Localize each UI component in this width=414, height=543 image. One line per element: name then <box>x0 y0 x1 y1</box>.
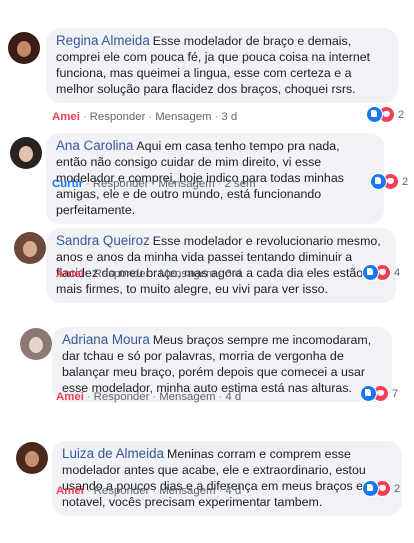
avatar[interactable] <box>8 32 40 64</box>
like-reaction-icon <box>362 264 379 281</box>
separator-dot: · <box>86 268 91 280</box>
react-button[interactable]: Amei <box>52 111 80 123</box>
separator-dot: · <box>218 485 223 497</box>
react-button[interactable]: Curtir <box>52 178 83 190</box>
reaction-count: 2 <box>398 108 405 121</box>
separator-dot: · <box>86 391 91 403</box>
react-button[interactable]: Amei <box>56 485 84 497</box>
react-button[interactable]: Amei <box>56 268 84 280</box>
comment-author-link[interactable]: Luiza de Almeida <box>62 446 164 461</box>
message-button[interactable]: Mensagem <box>159 268 215 280</box>
comment-bubble: Luiza de Almeida Meninas corram e comprem… <box>52 441 402 516</box>
comment-author-link[interactable]: Sandra Queiroz <box>56 233 150 248</box>
separator-dot: · <box>218 391 223 403</box>
comment-actions: Amei · Responder · Mensagem · 4 d <box>56 391 241 403</box>
separator-dot: · <box>214 111 219 123</box>
reply-button[interactable]: Responder <box>90 111 146 123</box>
separator-dot: · <box>86 178 90 190</box>
message-button[interactable]: Mensagem <box>155 111 211 123</box>
avatar[interactable] <box>20 328 52 360</box>
reply-button[interactable]: Responder <box>94 268 150 280</box>
comment-actions: Curtir · Responder · Mensagem · 2 sem <box>52 178 256 190</box>
react-button[interactable]: Amei <box>56 391 84 403</box>
separator-dot: · <box>151 178 156 190</box>
comment-timestamp[interactable]: 3 d <box>221 111 237 123</box>
reaction-count: 2 <box>394 482 401 495</box>
reaction-count: 4 <box>394 266 401 279</box>
separator-dot: · <box>217 178 222 190</box>
separator-dot: · <box>82 111 87 123</box>
separator-dot: · <box>218 268 223 280</box>
reaction-summary[interactable]: 2 <box>370 173 408 190</box>
reaction-summary[interactable]: 4 <box>362 264 400 281</box>
message-button[interactable]: Mensagem <box>159 391 215 403</box>
avatar-face <box>19 146 33 162</box>
avatar[interactable] <box>16 442 48 474</box>
comment-timestamp[interactable]: 6 d <box>225 268 241 280</box>
separator-dot: · <box>86 485 91 497</box>
like-reaction-icon <box>362 480 379 497</box>
comment-actions: Amei · Responder · Mensagem · 4 d <box>56 485 241 497</box>
separator-dot: · <box>152 485 157 497</box>
reaction-summary[interactable]: 2 <box>366 106 404 123</box>
comment-actions: Amei · Responder · Mensagem · 3 d <box>52 111 237 123</box>
avatar-face <box>25 451 39 467</box>
reaction-summary[interactable]: 7 <box>360 385 398 402</box>
separator-dot: · <box>152 268 157 280</box>
message-button[interactable]: Mensagem <box>159 485 215 497</box>
avatar[interactable] <box>10 137 42 169</box>
comment-bubble: Sandra Queiroz Esse modelador e revolucio… <box>46 228 396 303</box>
comment-bubble: Regina Almeida Esse modelador de braço e … <box>46 28 398 103</box>
reaction-count: 2 <box>402 175 409 188</box>
avatar-face <box>23 241 37 257</box>
reaction-count: 7 <box>392 387 399 400</box>
separator-dot: · <box>152 391 157 403</box>
like-reaction-icon <box>360 385 377 402</box>
comment-timestamp[interactable]: 2 sem <box>225 178 256 190</box>
comment-timestamp[interactable]: 4 d <box>225 391 241 403</box>
like-reaction-icon <box>370 173 387 190</box>
avatar[interactable] <box>14 232 46 264</box>
like-reaction-icon <box>366 106 383 123</box>
message-button[interactable]: Mensagem <box>158 178 214 190</box>
reaction-summary[interactable]: 2 <box>362 480 400 497</box>
avatar-face <box>17 41 31 57</box>
reply-button[interactable]: Responder <box>94 391 150 403</box>
avatar-face <box>29 337 43 353</box>
separator-dot: · <box>148 111 153 123</box>
comment-author-link[interactable]: Ana Carolina <box>56 138 133 153</box>
comment-timestamp[interactable]: 4 d <box>225 485 241 497</box>
comment-author-link[interactable]: Regina Almeida <box>56 33 150 48</box>
comment-actions: Amei · Responder · Mensagem · 6 d <box>56 268 241 280</box>
comment-author-link[interactable]: Adriana Moura <box>62 332 150 347</box>
reply-button[interactable]: Responder <box>93 178 149 190</box>
reply-button[interactable]: Responder <box>94 485 150 497</box>
